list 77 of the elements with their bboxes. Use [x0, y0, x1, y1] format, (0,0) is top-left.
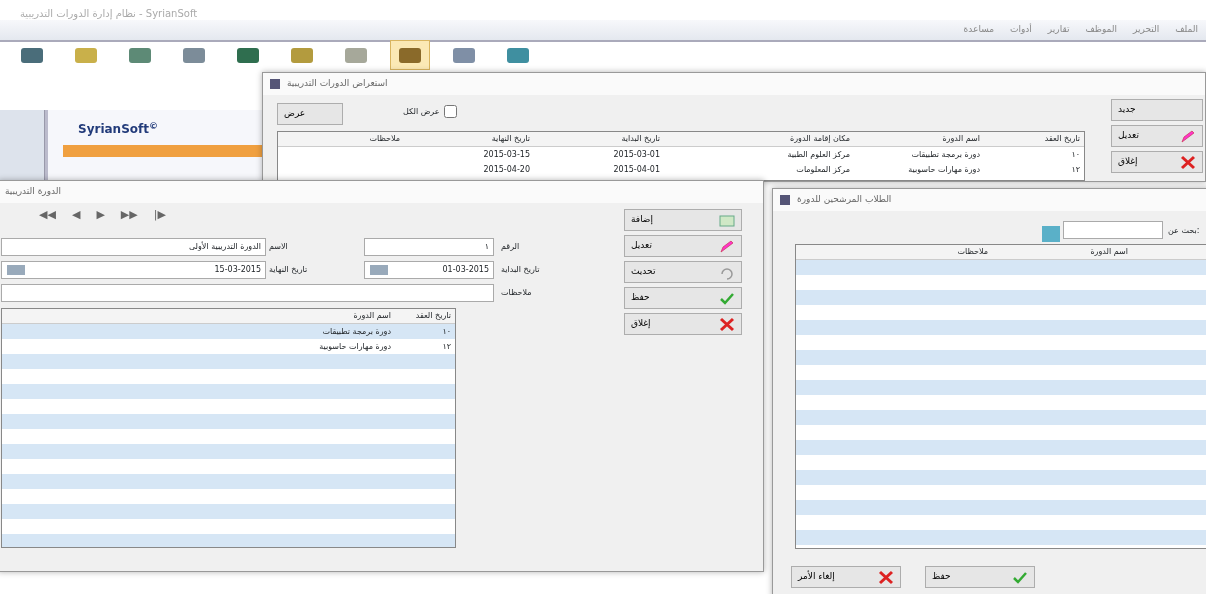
column-header: ملاحظات: [368, 133, 401, 145]
pencil-icon: [1180, 128, 1196, 144]
nav-button[interactable]: ▶▶: [120, 207, 138, 224]
action-button[interactable]: إلغاء الأمر: [791, 566, 901, 588]
table-cell-text: 2015-04-20: [482, 163, 531, 176]
nav-button[interactable]: ▶: [96, 207, 105, 224]
toolbar-icon: [127, 45, 153, 65]
brand-logo: SyrianSoft$^{©}$: [78, 120, 158, 138]
column-header: اسم الدورة: [352, 310, 392, 322]
action-button[interactable]: عرض: [277, 103, 343, 125]
column-header: مكان إقامة الدورة: [789, 133, 851, 145]
field-label: تاريخ النهاية: [269, 264, 308, 276]
toolbar-icon: [451, 45, 477, 65]
table-cell-text: ١٠: [441, 325, 452, 338]
input-field[interactable]: 01-03-2015: [364, 261, 494, 279]
column-header: اسم الدورة: [941, 133, 981, 145]
column-header: تاريخ العقد: [1043, 133, 1081, 145]
table-cell-text: دورة برمجة تطبيقات: [910, 148, 981, 161]
column-header: تاريخ العقد: [414, 310, 452, 322]
column-header: تاريخ البداية: [620, 133, 661, 145]
table-cell-text: ١٢: [441, 340, 452, 353]
table-cell-text: ١٠: [1070, 148, 1081, 161]
close-icon: [878, 569, 894, 585]
field-label: تاريخ البداية: [501, 264, 540, 276]
window-icon: [779, 194, 791, 206]
window-title: نظام إدارة الدورات التدريبية - SyrianSoft: [20, 7, 198, 21]
pencil-icon: [719, 238, 735, 254]
action-button[interactable]: تحديث: [624, 261, 742, 283]
table-cell-text: 2015-03-15: [482, 148, 531, 161]
nav-button[interactable]: ◀: [71, 207, 81, 224]
input-field[interactable]: 15-03-2015: [1, 261, 266, 279]
window-icon: [269, 78, 281, 90]
table-cell-text: دورة مهارات حاسوبية: [318, 340, 392, 353]
action-button[interactable]: إضافة: [624, 209, 742, 231]
table-cell-text: مركز المعلومات: [795, 163, 851, 176]
search-field[interactable]: [1063, 221, 1163, 239]
field-label: الاسم: [269, 241, 288, 253]
close-icon: [719, 316, 735, 332]
column-header: اسم الدورة: [1089, 246, 1129, 258]
action-button[interactable]: إغلاق: [624, 313, 742, 335]
toolbar-icon: [19, 45, 45, 65]
nav-button[interactable]: ▶|: [153, 207, 166, 224]
toolbar-icon: [343, 45, 369, 65]
table-cell-text: ١٢: [1070, 163, 1081, 176]
close-icon: [1180, 154, 1196, 170]
window-title: الطلاب المرشحين للدورة: [797, 193, 892, 207]
action-button[interactable]: إغلاق: [1111, 151, 1203, 173]
toolbar-icon: [289, 45, 315, 65]
window-title: الدورة التدريبية: [5, 185, 62, 199]
table-cell-text: دورة مهارات حاسوبية: [907, 163, 981, 176]
nav-button[interactable]: ◀◀: [39, 207, 56, 224]
input-field[interactable]: [1, 284, 494, 302]
search-label: بحث عن:: [1168, 225, 1200, 237]
toolbar-icon: [181, 45, 207, 65]
toolbar-icon: [235, 45, 261, 65]
field-label: ملاحظات: [501, 287, 532, 299]
table-cell-text: دورة برمجة تطبيقات: [321, 325, 392, 338]
table-cell-text: 2015-04-01: [612, 163, 661, 176]
action-button[interactable]: جديد: [1111, 99, 1203, 121]
checkbox-label: عرض الكل: [403, 105, 440, 118]
action-button[interactable]: تعديل: [624, 235, 742, 257]
table-cell-text: مركز العلوم الطبية: [786, 148, 851, 161]
window-title: استعراض الدورات التدريبية: [287, 77, 388, 91]
toolbar-icon: [505, 45, 531, 65]
toolbar-icon: [73, 45, 99, 65]
action-button[interactable]: حفظ: [925, 566, 1035, 588]
action-button[interactable]: حفظ: [624, 287, 742, 309]
toolbar-button[interactable]: [390, 40, 430, 70]
show-all-checkbox[interactable]: [443, 105, 457, 118]
input-field[interactable]: ١: [364, 238, 494, 256]
action-button[interactable]: تعديل: [1111, 125, 1203, 147]
column-header: تاريخ النهاية: [490, 133, 531, 145]
toolbar-icon: [397, 45, 423, 65]
column-header: ملاحظات: [956, 246, 989, 258]
input-field[interactable]: الدورة التدريبية الأولى: [1, 238, 266, 256]
table-cell-text: 2015-03-01: [612, 148, 661, 161]
field-label: الرقم: [501, 241, 520, 253]
